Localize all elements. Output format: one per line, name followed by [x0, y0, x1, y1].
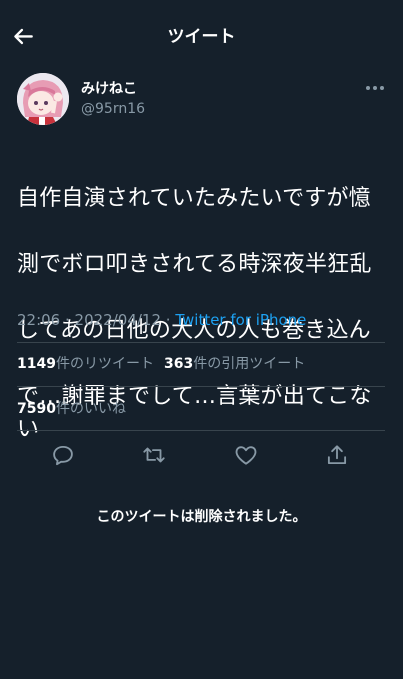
- quotes-label: 件の引用ツイート: [193, 356, 306, 372]
- tweet-time: 22:06: [17, 311, 61, 329]
- quotes-count: 363: [163, 356, 194, 372]
- retweets-count: 1149: [17, 356, 56, 372]
- retweet-stats-row: 1149件のリツイート 363件の引用ツイート: [17, 354, 305, 374]
- tweet-actions: [17, 440, 385, 470]
- divider: [17, 342, 385, 343]
- likes-stats-row: 7590件のいいね: [17, 399, 126, 419]
- author-display-name[interactable]: みけねこ: [81, 80, 137, 98]
- page-title: ツイート: [167, 27, 236, 47]
- tweet-source-link[interactable]: Twitter for iPhone: [175, 311, 306, 329]
- more-options-icon[interactable]: [365, 82, 385, 94]
- likes-count: 7590: [17, 401, 56, 417]
- retweets-stat[interactable]: 1149件のリツイート: [17, 354, 154, 374]
- heart-icon[interactable]: [233, 442, 259, 468]
- likes-label: 件のいいね: [55, 401, 126, 417]
- retweet-icon[interactable]: [141, 442, 167, 468]
- tweet-metadata: 22:06 · 2022/04/12 · Twitter for iPhone: [17, 309, 306, 331]
- top-bar: ツイート: [0, 0, 403, 72]
- tweet-date: 2022/04/12: [74, 311, 162, 329]
- share-icon[interactable]: [324, 442, 350, 468]
- quotes-stat[interactable]: 363件の引用ツイート: [164, 354, 305, 374]
- likes-stat[interactable]: 7590件のいいね: [17, 399, 126, 419]
- divider: [17, 386, 385, 387]
- retweets-label: 件のリツイート: [55, 356, 154, 372]
- deleted-tweet-notice: このツイートは削除されました。: [96, 509, 307, 525]
- avatar[interactable]: [17, 73, 69, 125]
- author-handle[interactable]: @95rn16: [81, 100, 145, 118]
- avatar-illustration-icon: [17, 73, 69, 125]
- divider: [17, 430, 385, 431]
- meta-separator: ·: [161, 311, 176, 329]
- meta-separator: ·: [60, 311, 75, 329]
- tweet-text-line: 測でボロ叩きされてる時深夜半狂乱: [17, 252, 372, 277]
- tweet-text-line: 自作自演されていたみたいですが憶: [17, 186, 371, 211]
- reply-icon[interactable]: [50, 442, 76, 468]
